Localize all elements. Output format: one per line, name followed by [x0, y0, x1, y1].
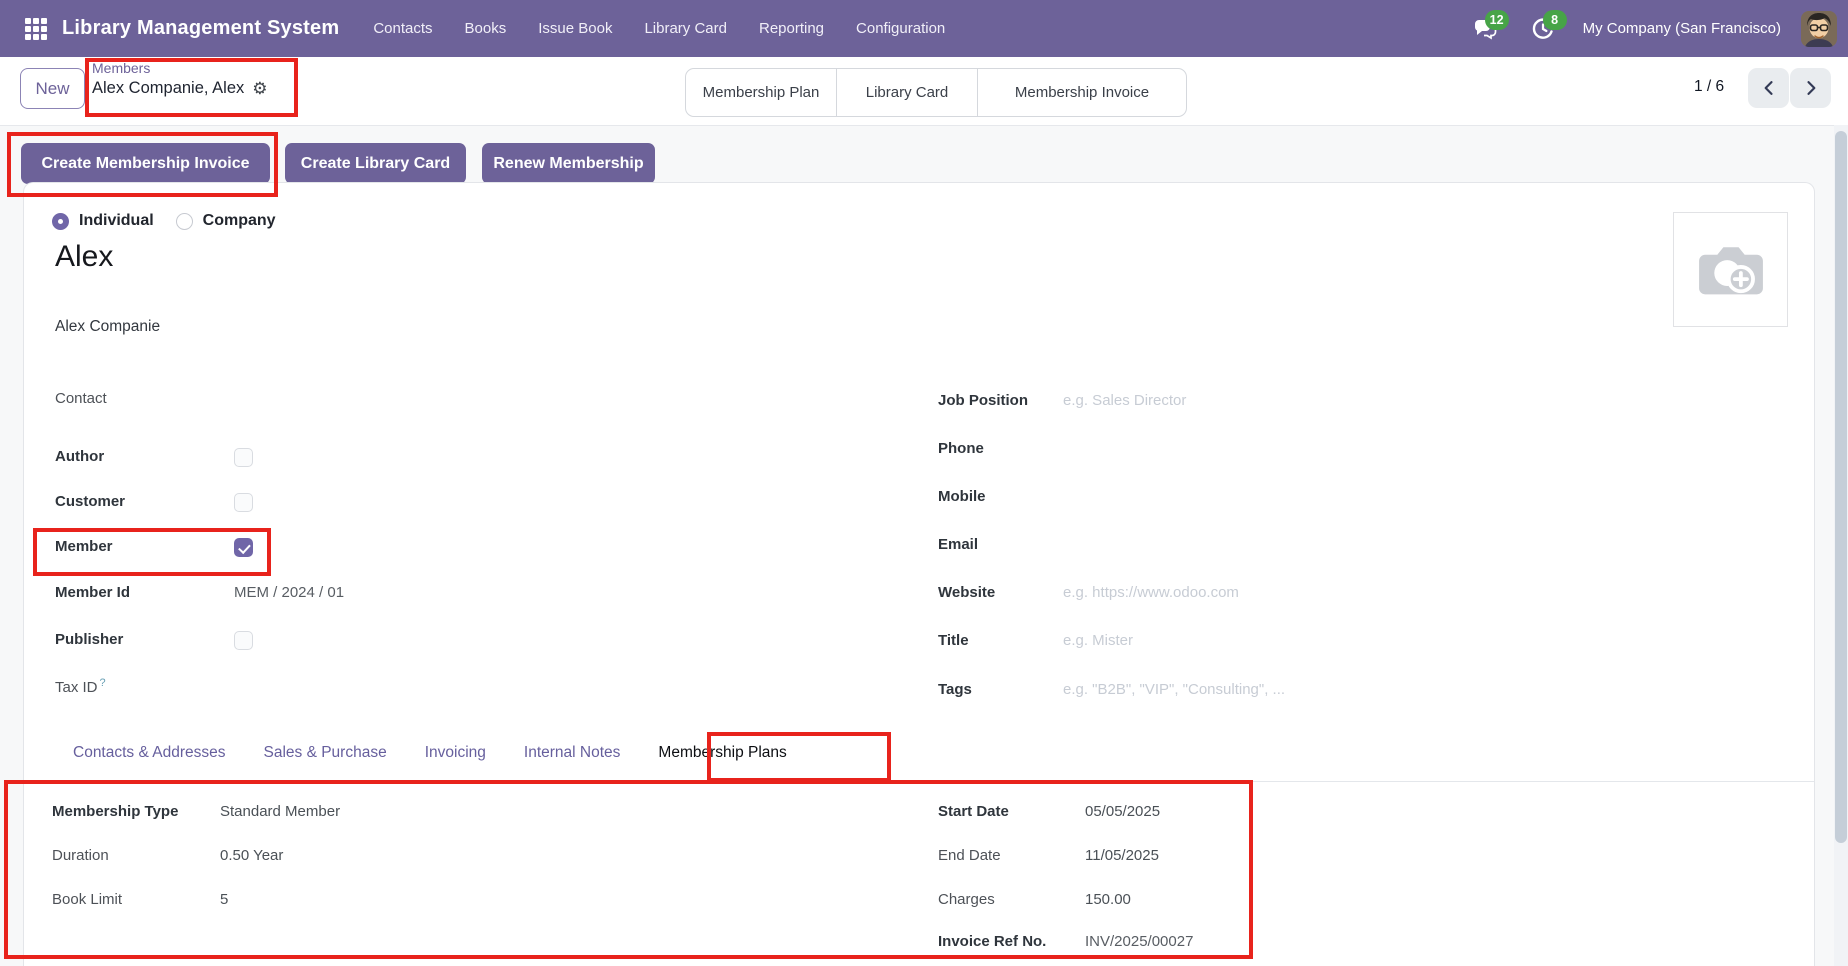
publisher-label[interactable]: Publisher: [55, 631, 234, 648]
breadcrumb: Members Alex Companie, Alex ⚙: [92, 61, 268, 97]
control-panel: New Members Alex Companie, Alex ⚙ Member…: [0, 57, 1848, 126]
pager-previous-button[interactable]: [1748, 68, 1789, 108]
duration-value: 0.50 Year: [220, 847, 283, 864]
end-date-value: 11/05/2025: [1085, 847, 1159, 864]
pager-next-button[interactable]: [1790, 68, 1831, 108]
activities-badge: 8: [1543, 10, 1567, 30]
new-button[interactable]: New: [20, 68, 85, 109]
apps-grid-icon[interactable]: [24, 17, 48, 41]
start-date-label: Start Date: [938, 803, 1085, 820]
breadcrumb-members-link[interactable]: Members: [92, 61, 268, 75]
menu-books[interactable]: Books: [465, 20, 507, 37]
charges-value: 150.00: [1085, 891, 1131, 908]
book-limit-value: 5: [220, 891, 228, 908]
company-radio[interactable]: [176, 213, 193, 230]
invoice-ref-label: Invoice Ref No.: [938, 933, 1085, 950]
record-name-field[interactable]: Alex: [55, 240, 113, 274]
website-input[interactable]: e.g. https://www.odoo.com: [1063, 584, 1239, 601]
charges-label: Charges: [938, 891, 1085, 908]
form-sheet: [23, 182, 1815, 966]
job-position-input[interactable]: e.g. Sales Director: [1063, 392, 1186, 409]
messages-icon[interactable]: 12: [1473, 17, 1497, 41]
notebook-tabs: Contacts & Addresses Sales & Purchase In…: [73, 744, 787, 776]
tab-contacts-addresses[interactable]: Contacts & Addresses: [73, 744, 226, 776]
customer-label[interactable]: Customer: [55, 493, 234, 510]
main-menu: Contacts Books Issue Book Library Card R…: [373, 20, 945, 37]
company-switcher[interactable]: My Company (San Francisco): [1583, 20, 1781, 37]
stat-membership-invoice[interactable]: Membership Invoice: [978, 69, 1186, 116]
renew-membership-button[interactable]: Renew Membership: [482, 143, 655, 184]
email-label: Email: [938, 536, 1063, 553]
notebook-divider: [24, 781, 1814, 782]
end-date-label: End Date: [938, 847, 1085, 864]
member-label[interactable]: Member: [55, 538, 234, 555]
parent-company-link[interactable]: Alex Companie: [55, 318, 160, 336]
stat-membership-plan[interactable]: Membership Plan: [686, 69, 837, 116]
create-membership-invoice-button[interactable]: Create Membership Invoice: [21, 143, 270, 184]
title-input[interactable]: e.g. Mister: [1063, 632, 1133, 649]
pager-value: 1 / 6: [1694, 78, 1724, 96]
address-type-label: Contact: [55, 390, 107, 407]
tab-internal-notes[interactable]: Internal Notes: [524, 744, 621, 776]
gear-icon[interactable]: ⚙: [252, 80, 267, 97]
job-position-label: Job Position: [938, 392, 1063, 409]
menu-issue-book[interactable]: Issue Book: [538, 20, 612, 37]
membership-type-value[interactable]: Standard Member: [220, 803, 340, 820]
tab-sales-purchase[interactable]: Sales & Purchase: [264, 744, 387, 776]
company-radio-label[interactable]: Company: [203, 212, 276, 230]
membership-type-label: Membership Type: [52, 803, 220, 820]
tax-id-label: Tax ID?: [55, 677, 106, 696]
customer-checkbox[interactable]: [234, 493, 253, 512]
menu-contacts[interactable]: Contacts: [373, 20, 432, 37]
tab-membership-plans[interactable]: Membership Plans: [658, 744, 786, 776]
app-title[interactable]: Library Management System: [62, 17, 339, 40]
user-avatar[interactable]: [1801, 11, 1837, 47]
member-checkbox[interactable]: [234, 538, 253, 557]
book-limit-label: Book Limit: [52, 891, 220, 908]
messages-badge: 12: [1485, 10, 1509, 30]
tab-invoicing[interactable]: Invoicing: [425, 744, 486, 776]
author-checkbox[interactable]: [234, 448, 253, 467]
mobile-label: Mobile: [938, 488, 1063, 505]
activities-icon[interactable]: 8: [1531, 17, 1555, 41]
breadcrumb-current-record: Alex Companie, Alex: [92, 80, 244, 97]
stat-library-card[interactable]: Library Card: [837, 69, 978, 116]
scrollbar-thumb[interactable]: [1835, 131, 1847, 843]
tags-label: Tags: [938, 681, 1063, 698]
camera-plus-icon: [1693, 239, 1769, 301]
menu-library-card[interactable]: Library Card: [644, 20, 727, 37]
invoice-ref-value[interactable]: INV/2025/00027: [1085, 933, 1193, 950]
publisher-checkbox[interactable]: [234, 631, 253, 650]
individual-radio-label[interactable]: Individual: [79, 212, 154, 230]
top-navbar: Library Management System Contacts Books…: [0, 0, 1848, 57]
start-date-value[interactable]: 05/05/2025: [1085, 803, 1160, 820]
member-id-label: Member Id: [55, 584, 234, 601]
create-library-card-button[interactable]: Create Library Card: [285, 143, 466, 184]
title-label: Title: [938, 632, 1063, 649]
author-label[interactable]: Author: [55, 448, 234, 465]
stat-button-group: Membership Plan Library Card Membership …: [685, 68, 1187, 117]
image-upload-box[interactable]: [1673, 212, 1788, 327]
tags-input[interactable]: e.g. "B2B", "VIP", "Consulting", ...: [1063, 681, 1285, 698]
individual-radio[interactable]: [52, 213, 69, 230]
member-id-value[interactable]: MEM / 2024 / 01: [234, 584, 344, 601]
duration-label: Duration: [52, 847, 220, 864]
website-label: Website: [938, 584, 1063, 601]
menu-configuration[interactable]: Configuration: [856, 20, 945, 37]
phone-label: Phone: [938, 440, 1063, 457]
help-question-icon[interactable]: ?: [100, 677, 106, 689]
screen: Library Management System Contacts Books…: [0, 0, 1848, 966]
menu-reporting[interactable]: Reporting: [759, 20, 824, 37]
